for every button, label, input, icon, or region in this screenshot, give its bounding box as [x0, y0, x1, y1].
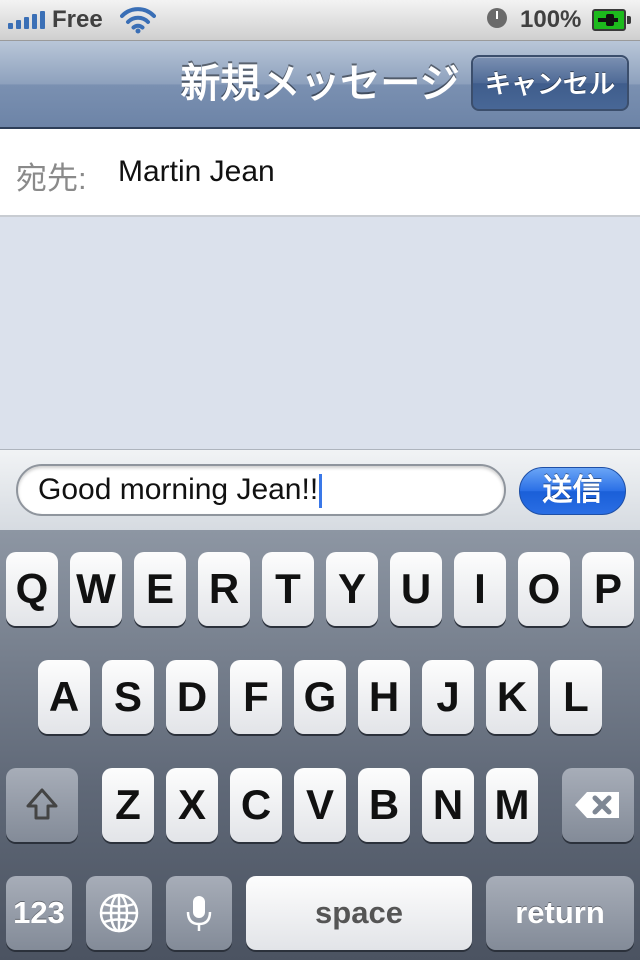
key-t[interactable]: T — [262, 552, 314, 626]
text-caret — [319, 474, 323, 509]
navigation-bar: 新規メッセージ キャンセル — [0, 41, 640, 129]
recipient-label: 宛先: — [16, 161, 87, 196]
send-button[interactable]: 送信 — [519, 467, 626, 515]
battery-charging-icon — [592, 9, 631, 31]
key-g[interactable]: G — [294, 660, 346, 734]
key-u[interactable]: U — [390, 552, 442, 626]
cancel-button[interactable]: キャンセル — [471, 55, 629, 111]
key-h[interactable]: H — [358, 660, 410, 734]
message-area — [0, 217, 640, 449]
clock-icon — [487, 8, 507, 28]
key-o[interactable]: O — [518, 552, 570, 626]
message-input[interactable]: Good morning Jean!! — [16, 464, 506, 516]
backspace-icon — [575, 792, 619, 818]
key-k[interactable]: K — [486, 660, 538, 734]
recipient-field[interactable]: 宛先: Martin Jean — [0, 129, 640, 217]
key-s[interactable]: S — [102, 660, 154, 734]
message-input-text: Good morning Jean!! — [38, 473, 319, 506]
key-e[interactable]: E — [134, 552, 186, 626]
recipient-value[interactable]: Martin Jean — [118, 155, 275, 189]
keyboard: Q W E R T Y U I O P A S D F G H J K L Z … — [0, 530, 640, 960]
key-r[interactable]: R — [198, 552, 250, 626]
status-bar: Free 100% — [0, 0, 640, 41]
backspace-key[interactable] — [562, 768, 634, 842]
signal-icon — [8, 11, 45, 29]
wifi-icon — [120, 7, 156, 34]
key-f[interactable]: F — [230, 660, 282, 734]
key-z[interactable]: Z — [102, 768, 154, 842]
key-c[interactable]: C — [230, 768, 282, 842]
globe-key[interactable] — [86, 876, 152, 950]
key-j[interactable]: J — [422, 660, 474, 734]
microphone-icon — [186, 896, 212, 931]
microphone-key[interactable] — [166, 876, 232, 950]
key-d[interactable]: D — [166, 660, 218, 734]
numbers-key[interactable]: 123 — [6, 876, 72, 950]
space-key[interactable]: space — [246, 876, 472, 950]
key-v[interactable]: V — [294, 768, 346, 842]
screen: Free 100% 新規メッセージ キャンセル 宛先: Martin Jean … — [0, 0, 640, 960]
key-w[interactable]: W — [70, 552, 122, 626]
compose-bar: Good morning Jean!! 送信 — [0, 449, 640, 531]
key-x[interactable]: X — [166, 768, 218, 842]
key-q[interactable]: Q — [6, 552, 58, 626]
shift-key[interactable] — [6, 768, 78, 842]
key-m[interactable]: M — [486, 768, 538, 842]
key-n[interactable]: N — [422, 768, 474, 842]
return-key[interactable]: return — [486, 876, 634, 950]
key-p[interactable]: P — [582, 552, 634, 626]
globe-icon — [99, 893, 139, 933]
key-b[interactable]: B — [358, 768, 410, 842]
key-i[interactable]: I — [454, 552, 506, 626]
key-y[interactable]: Y — [326, 552, 378, 626]
key-a[interactable]: A — [38, 660, 90, 734]
shift-icon — [26, 788, 58, 820]
carrier-label: Free — [52, 6, 103, 33]
key-l[interactable]: L — [550, 660, 602, 734]
battery-percent: 100% — [520, 6, 582, 33]
